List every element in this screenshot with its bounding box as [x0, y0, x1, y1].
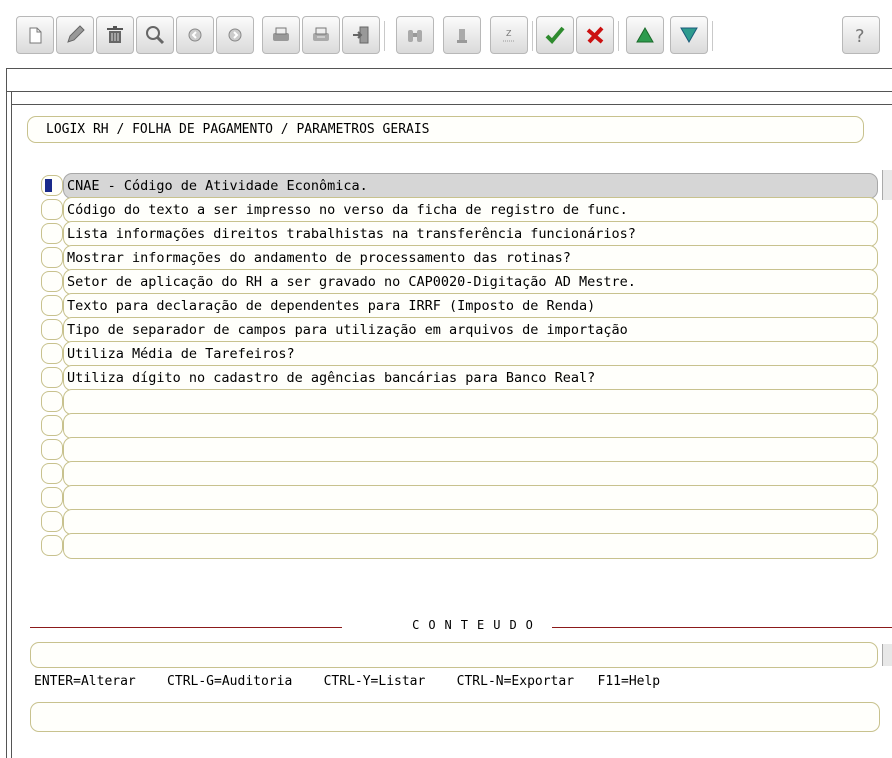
row-selector[interactable] [41, 343, 63, 364]
binoculars-icon [408, 30, 422, 42]
pencil-icon [67, 25, 85, 43]
zoom-list-icon: Z [503, 29, 515, 42]
help-button[interactable]: ? [842, 16, 880, 54]
row-selector[interactable] [41, 463, 63, 484]
list-item[interactable]: Código do texto a ser impresso no verso … [63, 197, 878, 223]
question-mark-icon: ? [855, 26, 865, 47]
section-rule-left [30, 627, 342, 628]
binoculars-button[interactable] [396, 16, 434, 54]
row-selector[interactable] [41, 223, 63, 244]
page-down-button[interactable] [670, 16, 713, 54]
new-doc-icon [29, 27, 42, 44]
list-scrollbar[interactable] [882, 170, 892, 200]
search-button[interactable] [136, 16, 174, 54]
page-up-button[interactable] [626, 16, 664, 54]
details-icon [457, 29, 467, 43]
content-scrollbar[interactable] [882, 644, 892, 666]
print-setup-button[interactable] [302, 16, 340, 54]
magnifier-icon [146, 26, 165, 45]
triangle-up-icon [636, 26, 654, 43]
list-item[interactable] [63, 389, 878, 415]
list-item[interactable] [63, 533, 878, 559]
delete-button[interactable] [96, 16, 134, 54]
row-selector[interactable] [41, 535, 63, 556]
form-frame-left [6, 92, 12, 758]
row-selector[interactable] [41, 295, 63, 316]
list-item[interactable]: Lista informações direitos trabalhistas … [63, 221, 878, 247]
details-button[interactable] [443, 16, 481, 54]
red-x-icon [586, 26, 604, 44]
zoom-list-button[interactable]: Z [490, 16, 533, 54]
keyboard-hints: ENTER=Alterar CTRL-G=Auditoria CTRL-Y=Li… [34, 674, 661, 689]
list-item[interactable]: Texto para declaração de dependentes par… [63, 293, 878, 319]
list-item[interactable] [63, 437, 878, 463]
conteudo-section: CONTEUDO [30, 618, 892, 634]
exit-door-icon [353, 26, 369, 44]
cancel-button[interactable] [576, 16, 619, 54]
row-selector[interactable] [41, 199, 63, 220]
section-rule-right [552, 627, 892, 628]
toolbar: Z ? [0, 0, 892, 68]
row-selector[interactable] [41, 511, 63, 532]
next-button[interactable] [216, 16, 254, 54]
list-item[interactable] [63, 485, 878, 511]
form-frame-top [6, 68, 892, 92]
printer-setup-icon [313, 27, 329, 41]
list-item[interactable]: Mostrar informações do andamento de proc… [63, 245, 878, 271]
list-item[interactable] [63, 413, 878, 439]
list-item[interactable]: Setor de aplicação do RH a ser gravado n… [63, 269, 878, 295]
list-item[interactable]: CNAE - Código de Atividade Econômica. [63, 173, 878, 199]
row-selector[interactable] [41, 439, 63, 460]
checkmark-icon [545, 26, 565, 44]
row-selector[interactable] [41, 415, 63, 436]
list-item[interactable] [63, 461, 878, 487]
content-field[interactable] [30, 642, 878, 668]
trash-icon [107, 26, 123, 43]
row-selector[interactable] [41, 271, 63, 292]
svg-text:?: ? [855, 26, 865, 47]
form-divider [12, 104, 892, 105]
exit-button[interactable] [342, 16, 385, 54]
edit-button[interactable] [56, 16, 94, 54]
row-selector[interactable] [41, 319, 63, 340]
printer-icon [273, 27, 289, 41]
arrow-right-icon [228, 28, 242, 42]
row-selector[interactable] [41, 391, 63, 412]
triangle-down-icon [680, 27, 698, 44]
status-field [30, 702, 880, 732]
breadcrumb: LOGIX RH / FOLHA DE PAGAMENTO / PARAMETR… [27, 116, 864, 143]
list-item[interactable]: Utiliza Média de Tarefeiros? [63, 341, 878, 367]
row-selector[interactable] [41, 247, 63, 268]
svg-text:Z: Z [506, 29, 512, 38]
list-item[interactable] [63, 509, 878, 535]
print-button[interactable] [262, 16, 300, 54]
list-item[interactable]: Utiliza dígito no cadastro de agências b… [63, 365, 878, 391]
row-selector[interactable] [41, 175, 63, 196]
row-selector[interactable] [41, 487, 63, 508]
section-title: CONTEUDO [412, 618, 542, 632]
new-button[interactable] [16, 16, 54, 54]
confirm-button[interactable] [536, 16, 574, 54]
row-selector[interactable] [41, 367, 63, 388]
previous-button[interactable] [176, 16, 214, 54]
list-item[interactable]: Tipo de separador de campos para utiliza… [63, 317, 878, 343]
arrow-left-icon [188, 28, 202, 42]
